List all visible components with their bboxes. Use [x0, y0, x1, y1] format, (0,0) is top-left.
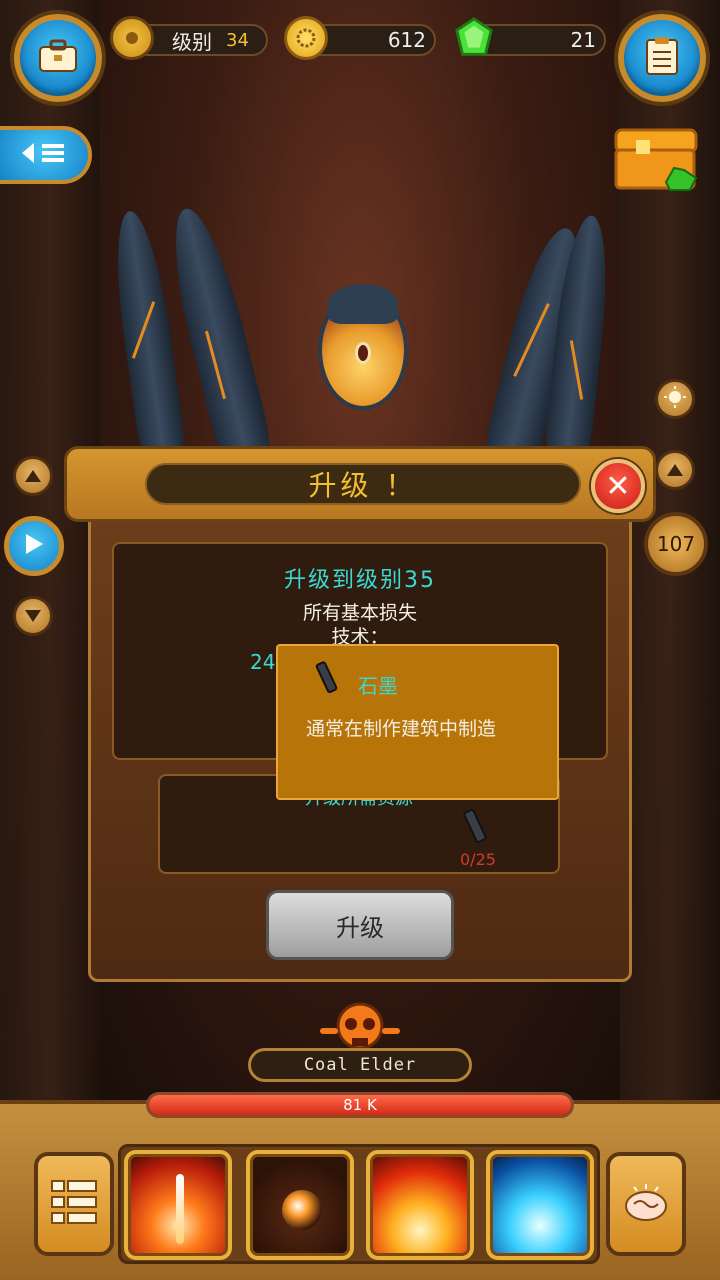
close-button[interactable]: ✕ — [591, 459, 645, 513]
skill-slot-2[interactable] — [246, 1150, 354, 1260]
triangle-down-icon — [25, 607, 41, 626]
graphite-icon — [314, 660, 340, 698]
gems-value: 21 — [570, 28, 596, 52]
triangle-up-icon — [25, 467, 41, 486]
back-arrow-icon — [18, 140, 70, 170]
clipboard-icon — [645, 36, 679, 80]
back-menu-button[interactable] — [0, 126, 92, 184]
sun-icon — [663, 385, 687, 413]
bomb-icon — [282, 1190, 322, 1230]
close-icon: ✕ — [605, 468, 631, 504]
quests-button[interactable] — [618, 14, 706, 102]
flame-beam-icon — [176, 1174, 184, 1244]
gold-coin-icon — [284, 16, 328, 60]
upgrade-dialog-header: 升级 ！ ✕ — [64, 446, 656, 522]
dialog-title: 升级 ！ — [145, 463, 581, 505]
resource-count: 0/25 — [460, 850, 496, 869]
play-button[interactable] — [4, 516, 64, 576]
monster[interactable] — [0, 0, 720, 469]
gold-value: 612 — [387, 28, 426, 52]
item-tooltip: 石墨 通常在制作建筑中制造 — [276, 644, 559, 800]
boss-hp-text: 81 K — [343, 1096, 377, 1114]
gems-stat: 21 — [455, 17, 606, 56]
gem-icon — [452, 16, 496, 60]
list-icon — [50, 1179, 98, 1229]
brain-icon — [622, 1182, 670, 1226]
boss-name-plate: Coal Elder — [248, 1048, 472, 1082]
upgrade-button[interactable]: 升级 — [266, 890, 454, 960]
scroll-down-left-button[interactable] — [13, 596, 53, 636]
upgrade-heading: 升级到级别35 — [284, 568, 436, 593]
brain-button[interactable] — [606, 1152, 686, 1256]
skill-slot-3[interactable] — [366, 1150, 474, 1260]
level-label: 级别 — [172, 29, 212, 54]
treasure-chest-icon — [612, 128, 700, 198]
level-value: 34 — [226, 29, 249, 51]
depth-counter-badge: 107 — [644, 512, 708, 576]
level-stat: 级别 34 — [110, 16, 268, 60]
treasure-chest-button[interactable] — [612, 126, 700, 194]
scroll-up-right-button[interactable] — [655, 450, 695, 490]
skill-slot-4[interactable] — [486, 1150, 594, 1260]
play-icon — [23, 532, 45, 560]
depth-counter-value: 107 — [656, 532, 696, 556]
scroll-up-left-button[interactable] — [13, 456, 53, 496]
inventory-button[interactable] — [14, 14, 102, 102]
gear-icon — [110, 16, 154, 60]
tooltip-item-name: 石墨 — [358, 674, 398, 698]
monster-mouth — [355, 342, 371, 364]
boss-hp-bar: 81 K — [146, 1092, 574, 1118]
skill-slot-1[interactable] — [124, 1150, 232, 1260]
triangle-up-icon — [667, 461, 683, 480]
briefcase-icon — [38, 39, 78, 77]
upgrade-line-1: 所有基本损失 — [302, 602, 417, 624]
graphite-icon — [460, 808, 490, 848]
upgrade-damage-value: 24 — [250, 650, 276, 674]
menu-button[interactable] — [34, 1152, 114, 1256]
gold-stat: 612 — [284, 16, 436, 60]
daylight-button[interactable] — [655, 379, 695, 419]
tooltip-description: 通常在制作建筑中制造 — [306, 718, 497, 740]
